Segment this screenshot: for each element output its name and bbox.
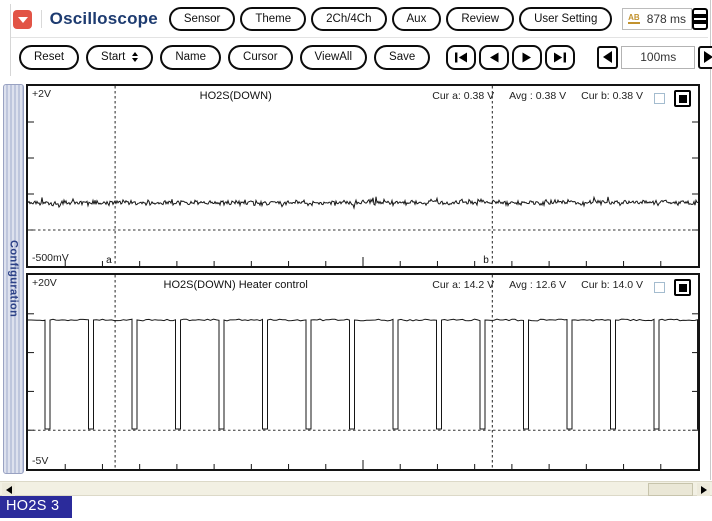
window-frame-left: [10, 4, 11, 76]
timebase-decrease-button[interactable]: [597, 46, 618, 69]
user-setting-button[interactable]: User Setting: [519, 7, 612, 31]
y-max-label: +2V: [32, 88, 51, 100]
square-icon: [679, 284, 687, 292]
toolbar-separator: [11, 37, 708, 38]
toolbar-top: Oscilloscope Sensor Theme 2Ch/4Ch Aux Re…: [13, 5, 708, 33]
start-spinner-icon[interactable]: [132, 52, 138, 62]
square-icon: [679, 95, 687, 103]
svg-text:a: a: [106, 255, 112, 266]
channel-title: HO2S(DOWN) Heater control: [164, 279, 308, 291]
playback-controls: [446, 45, 575, 70]
toolbar-main: Reset Start Name Cursor ViewAll Save: [19, 43, 708, 71]
ab-time-value: 878 ms: [647, 12, 686, 26]
scroll-left-button[interactable]: [2, 483, 15, 496]
cursor-readouts: Cur a: 0.38 V Avg : 0.38 V Cur b: 0.38 V: [432, 90, 643, 102]
timebase-left-icon: [603, 51, 612, 63]
horizontal-scrollbar[interactable]: [0, 481, 712, 496]
app-title: Oscilloscope: [50, 9, 158, 29]
timebase-right-icon: [704, 51, 712, 63]
divider: [41, 10, 42, 28]
scroll-right-button[interactable]: [697, 483, 710, 496]
scope-panel-heater: +20V -5V HO2S(DOWN) Heater control Cur a…: [26, 273, 700, 471]
save-button[interactable]: Save: [374, 45, 430, 70]
channel-color-button[interactable]: [674, 90, 691, 107]
timebase-control: 100ms: [597, 46, 712, 69]
cursor-readouts: Cur a: 14.2 V Avg : 12.6 V Cur b: 14.0 V: [432, 279, 643, 291]
start-button[interactable]: Start: [86, 45, 153, 70]
skip-start-button[interactable]: [446, 45, 476, 70]
skip-start-icon: [454, 52, 468, 63]
y-min-label: -5V: [32, 455, 48, 467]
step-back-button[interactable]: [479, 45, 509, 70]
y-min-label: -500mV: [32, 252, 69, 264]
cursor-a-value: Cur a: 14.2 V: [432, 279, 494, 291]
channel-color-button[interactable]: [674, 279, 691, 296]
svg-text:b: b: [483, 255, 489, 266]
review-button[interactable]: Review: [446, 7, 514, 31]
avg-value: Avg : 12.6 V: [509, 279, 566, 291]
stack-icon: [694, 20, 706, 24]
channel-checkbox[interactable]: [654, 93, 665, 104]
aux-button[interactable]: Aux: [392, 7, 442, 31]
start-button-label: Start: [101, 51, 125, 63]
timebase-increase-button[interactable]: [698, 46, 712, 69]
ab-time-display: AB 878 ms: [622, 8, 692, 30]
scroll-right-icon: [701, 486, 707, 494]
stack-layout-button[interactable]: [692, 8, 708, 30]
theme-button[interactable]: Theme: [240, 7, 306, 31]
configuration-tab-label: Configuration: [8, 240, 20, 317]
cursor-b-value: Cur b: 0.38 V: [581, 90, 643, 102]
viewall-button[interactable]: ViewAll: [300, 45, 368, 70]
step-forward-icon: [521, 52, 533, 63]
scrollbar-thumb[interactable]: [648, 483, 693, 496]
step-back-icon: [488, 52, 500, 63]
skip-end-button[interactable]: [545, 45, 575, 70]
cursor-a-value: Cur a: 0.38 V: [432, 90, 494, 102]
ab-measure-icon: AB: [628, 14, 640, 24]
avg-value: Avg : 0.38 V: [509, 90, 566, 102]
channel-mode-button[interactable]: 2Ch/4Ch: [311, 7, 386, 31]
y-max-label: +20V: [32, 277, 57, 289]
scroll-left-icon: [6, 486, 12, 494]
timebase-value[interactable]: 100ms: [621, 46, 695, 69]
step-forward-button[interactable]: [512, 45, 542, 70]
skip-end-icon: [553, 52, 567, 63]
waveform-heater: [28, 275, 698, 469]
cursor-b-value: Cur b: 14.0 V: [581, 279, 643, 291]
scope-panel-ho2s: ab +2V -500mV HO2S(DOWN) Cur a: 0.38 V A…: [26, 84, 700, 268]
configuration-tab[interactable]: Configuration: [3, 84, 24, 474]
reset-button[interactable]: Reset: [19, 45, 79, 70]
waveform-ho2s: ab: [28, 86, 698, 266]
window-frame-right: [710, 0, 711, 480]
app-icon[interactable]: [13, 10, 32, 29]
stack-icon: [694, 14, 706, 18]
channel-title: HO2S(DOWN): [200, 90, 272, 102]
chevron-down-icon: [18, 17, 28, 23]
name-button[interactable]: Name: [160, 45, 221, 70]
sensor-button[interactable]: Sensor: [169, 7, 235, 31]
status-label: HO2S 3: [0, 496, 72, 518]
channel-checkbox[interactable]: [654, 282, 665, 293]
cursor-button[interactable]: Cursor: [228, 45, 293, 70]
